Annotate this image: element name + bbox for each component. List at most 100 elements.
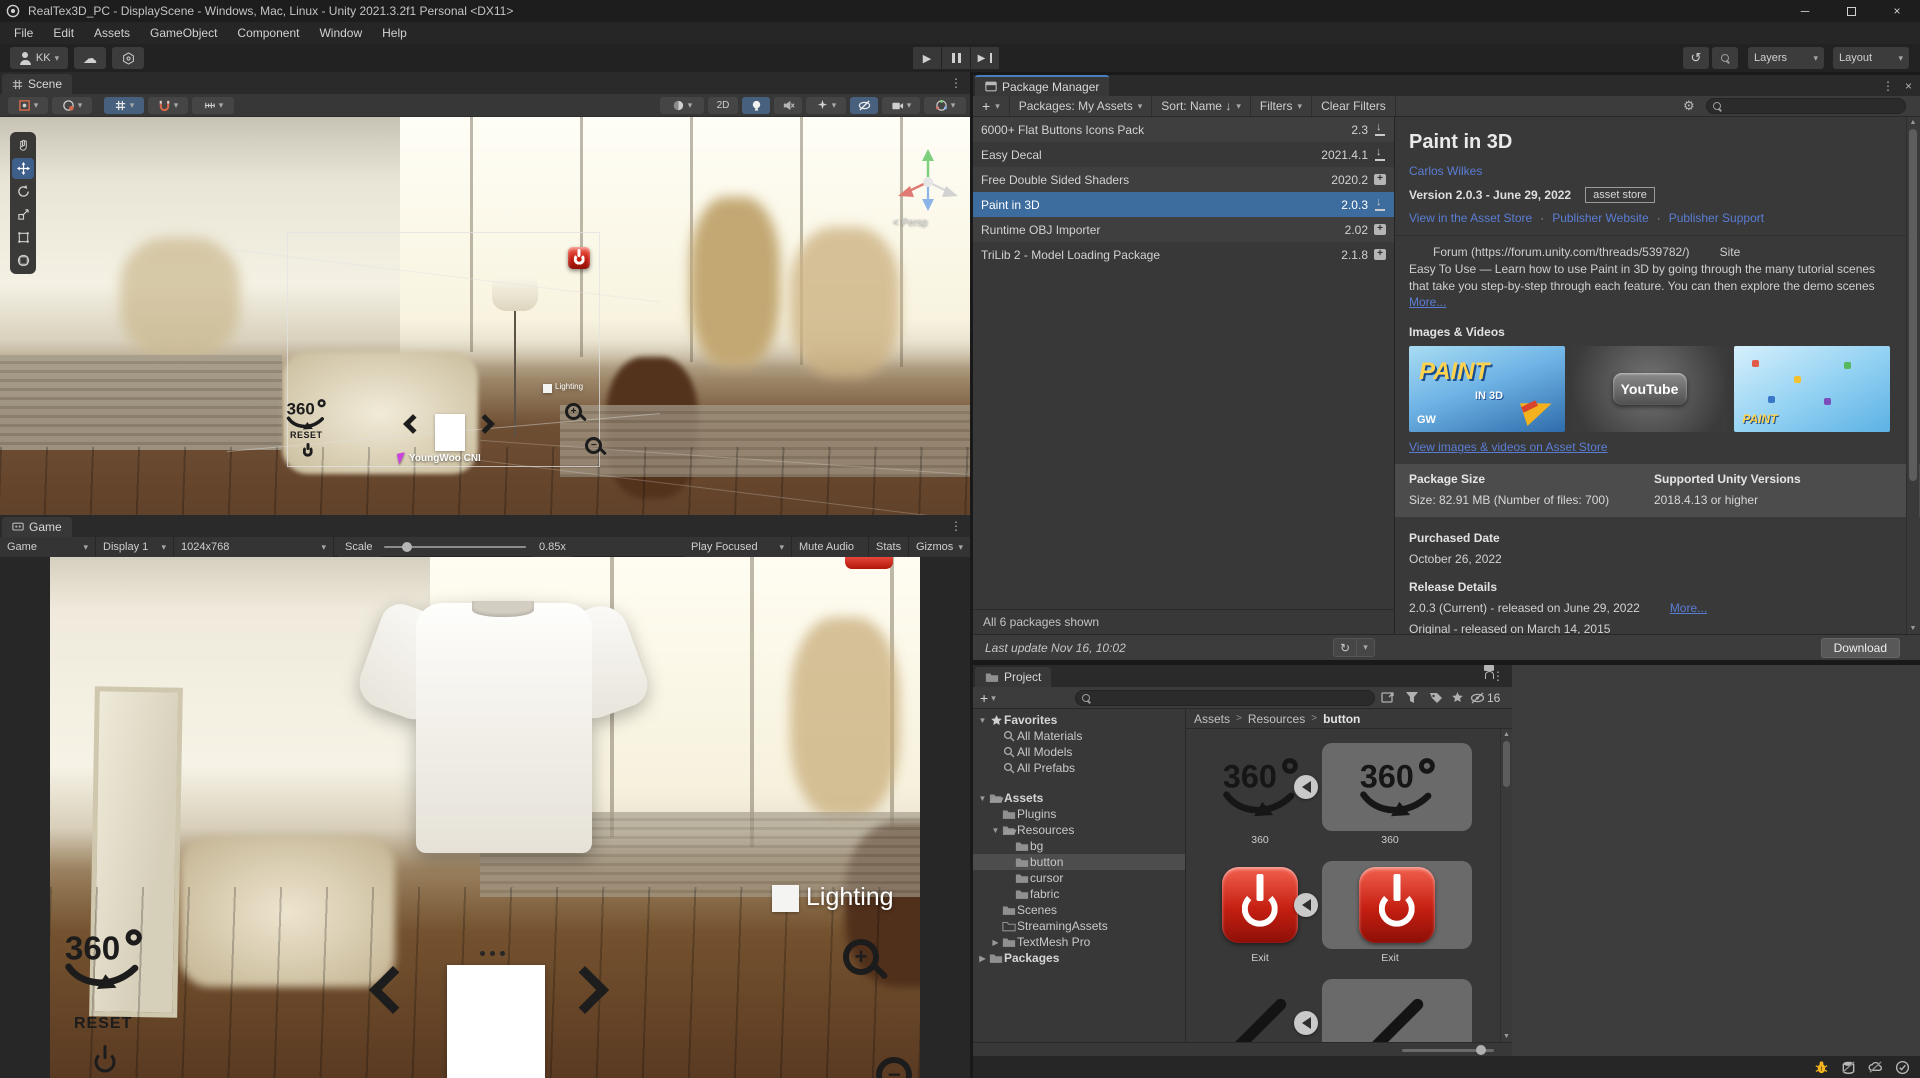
asset-store-artwork[interactable]: PAINT [1734,346,1890,432]
pause-button[interactable] [942,47,970,69]
tree-item-fabric[interactable]: fabric [973,886,1185,902]
youtube-video-thumb[interactable]: YouTube [1572,346,1728,432]
play-button[interactable]: ▶ [913,47,941,69]
refresh-dropdown[interactable]: ▾ [1357,638,1375,657]
release-more-link[interactable]: More... [1670,601,1707,615]
asset-thumbnail-selected-exit[interactable] [1322,861,1472,949]
game-mode-dropdown[interactable]: Game▾ [0,537,96,557]
tree-arrow-icon[interactable]: ▶ [990,938,1001,947]
pm-sort-dropdown[interactable]: Sort: Name ↓▾ [1152,96,1251,116]
undo-history-button[interactable]: ↺ [1683,47,1709,69]
tree-item-plugins[interactable]: Plugins [973,806,1185,822]
scene-menu-kebab-icon[interactable]: ⋮ [950,76,962,90]
play-focused-dropdown[interactable]: Play Focused▾ [684,537,792,557]
step-button[interactable]: ▶ [971,47,999,69]
scene-audio-toggle[interactable] [774,97,802,114]
project-search-input[interactable] [1075,690,1375,706]
tree-item-packages[interactable]: ▶Packages [973,950,1185,966]
game-viewport[interactable]: 360 RESET Lighting + − [0,557,970,1078]
cloud-services-disabled-icon[interactable] [1868,1060,1883,1075]
scene-lighting-toggle[interactable] [742,97,770,114]
rect-tool[interactable] [12,227,34,248]
layout-dropdown[interactable]: Layout▾ [1833,47,1909,69]
tree-item-resources[interactable]: ▼Resources [973,822,1185,838]
tab-game[interactable]: Game [2,517,72,537]
package-row[interactable]: Paint in 3D2.0.3 [973,192,1394,217]
tree-item-bg[interactable]: bg [973,838,1185,854]
gizmos-dropdown[interactable]: Gizmos▾ [909,537,970,557]
snap-increment-dropdown[interactable]: ▾ [192,97,234,114]
asset-thumbnail-pen[interactable] [1212,979,1308,1042]
tree-item-assets[interactable]: ▼Assets [973,790,1185,806]
tree-item-textmesh-pro[interactable]: ▶TextMesh Pro [973,934,1185,950]
menu-gameobject[interactable]: GameObject [140,26,227,40]
tree-item-cursor[interactable]: cursor [973,870,1185,886]
asset-grid-scrollbar[interactable]: ▲ ▼ [1500,729,1512,1042]
tab-scene[interactable]: Scene [2,74,72,94]
global-search-button[interactable] [1712,47,1738,69]
expand-subasset-badge[interactable] [1294,1011,1318,1035]
tab-project[interactable]: Project [975,667,1051,687]
mute-audio-button[interactable]: Mute Audio [792,537,869,557]
tree-item-all-materials[interactable]: All Materials [973,728,1185,744]
scene-perspective-label[interactable]: < Persp [893,217,928,228]
cache-server-disabled-icon[interactable] [1841,1060,1856,1075]
gear-icon[interactable]: ⚙ [1683,98,1695,114]
game-menu-kebab-icon[interactable]: ⋮ [950,519,962,533]
stats-button[interactable]: Stats [869,537,909,557]
package-row[interactable]: Easy Decal2021.4.1 [973,142,1394,167]
transform-tool[interactable] [12,250,34,271]
scene-visibility-toggle[interactable] [850,97,878,114]
package-row[interactable]: Free Double Sided Shaders2020.2+ [973,167,1394,192]
pm-search-input[interactable] [1706,98,1906,114]
expand-subasset-badge[interactable] [1294,893,1318,917]
tree-arrow-icon[interactable]: ▼ [990,826,1001,835]
pm-close-icon[interactable]: × [1905,79,1912,93]
refresh-button[interactable]: ↻ [1333,638,1357,657]
tree-item-button[interactable]: button [973,854,1185,870]
breadcrumb-assets[interactable]: Assets [1194,712,1230,726]
layers-dropdown[interactable]: Layers▾ [1748,47,1824,69]
thumbnail-size-slider[interactable] [1402,1049,1494,1052]
download-button[interactable]: Download [1821,638,1900,658]
package-row[interactable]: Runtime OBJ Importer2.02+ [973,217,1394,242]
search-in-assets-icon[interactable] [1381,691,1395,707]
menu-file[interactable]: File [4,26,43,40]
maximize-button[interactable] [1828,0,1874,22]
tree-item-all-models[interactable]: All Models [973,744,1185,760]
search-by-type-icon[interactable] [1405,691,1419,707]
view-tool[interactable] [12,135,34,156]
menu-help[interactable]: Help [372,26,417,40]
menu-window[interactable]: Window [309,26,372,40]
save-search-star-icon[interactable] [1451,691,1464,707]
scale-slider[interactable] [384,546,526,548]
tree-arrow-icon[interactable]: ▼ [977,716,988,725]
close-button[interactable]: × [1874,0,1920,22]
menu-assets[interactable]: Assets [84,26,140,40]
scene-gizmos-dropdown[interactable]: ▾ [924,97,966,114]
account-dropdown[interactable]: KK ▾ [10,47,68,69]
project-add-dropdown[interactable]: +▾ [980,690,996,706]
package-author-link[interactable]: Carlos Wilkes [1409,164,1482,178]
progress-idle-icon[interactable] [1895,1060,1910,1075]
cloud-button[interactable]: ☁ [74,47,106,69]
tab-package-manager[interactable]: Package Manager [975,75,1109,96]
plastic-scm-button[interactable] [112,47,144,69]
search-by-label-icon[interactable] [1429,691,1443,707]
rotate-tool[interactable] [12,181,34,202]
tool-handle-rotation-dropdown[interactable]: ▾ [52,97,92,114]
package-row[interactable]: TriLib 2 - Model Loading Package2.1.8+ [973,242,1394,267]
details-link-1[interactable]: Publisher Website [1552,211,1649,225]
pm-menu-kebab-icon[interactable]: ⋮ [1882,79,1894,93]
scale-tool[interactable] [12,204,34,225]
pm-add-dropdown[interactable]: +▾ [973,96,1010,116]
package-row[interactable]: 6000+ Flat Buttons Icons Pack2.3 [973,117,1394,142]
menu-component[interactable]: Component [227,26,309,40]
tree-item-favorites[interactable]: ▼Favorites [973,712,1185,728]
debugger-attach-icon[interactable]: ! [1814,1060,1829,1075]
tree-item-all-prefabs[interactable]: All Prefabs [973,760,1185,776]
breadcrumb-resources[interactable]: Resources [1248,712,1305,726]
tree-item-streamingassets[interactable]: StreamingAssets [973,918,1185,934]
pm-packages-filter-dropdown[interactable]: Packages: My Assets▾ [1010,96,1153,116]
shading-mode-dropdown[interactable]: ▾ [660,97,704,114]
